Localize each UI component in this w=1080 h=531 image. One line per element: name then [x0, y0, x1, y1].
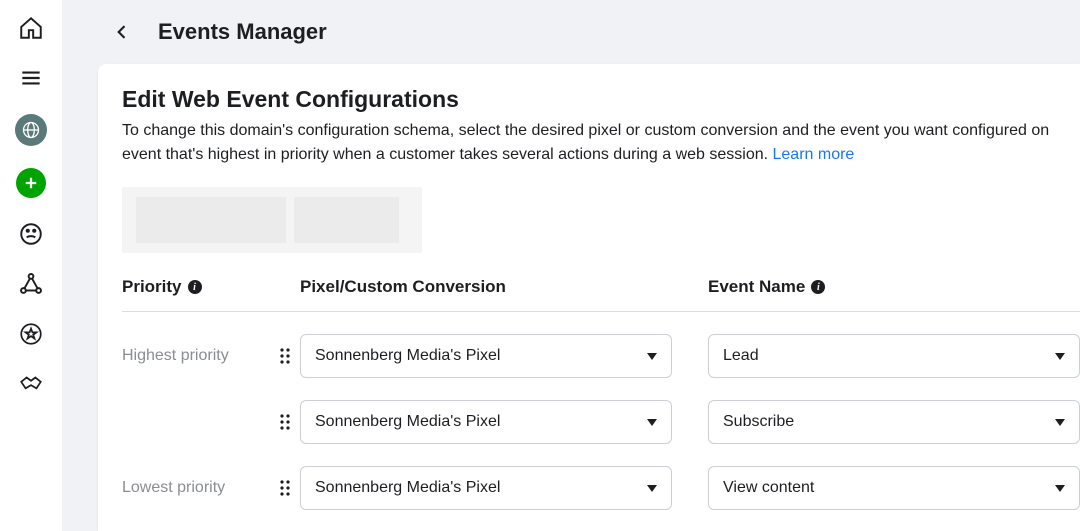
- columns-header: Priority i Pixel/Custom Conversion Event…: [122, 277, 1080, 312]
- graph-icon[interactable]: [17, 270, 45, 298]
- event-select[interactable]: Lead: [708, 334, 1080, 378]
- column-event-label: Event Name: [708, 277, 805, 297]
- pixel-select-value: Sonnenberg Media's Pixel: [315, 413, 500, 431]
- pixel-select[interactable]: Sonnenberg Media's Pixel: [300, 334, 672, 378]
- pixel-select[interactable]: Sonnenberg Media's Pixel: [300, 466, 672, 510]
- table-row: Sonnenberg Media's Pixel Subscribe: [122, 400, 1080, 444]
- drag-handle-icon[interactable]: [270, 412, 300, 432]
- redacted-block: [294, 197, 399, 243]
- domain-thumbnail: [122, 187, 422, 253]
- content-card: Edit Web Event Configurations To change …: [98, 64, 1080, 531]
- event-select[interactable]: View content: [708, 466, 1080, 510]
- back-chevron-icon[interactable]: [112, 22, 132, 42]
- caret-down-icon: [1055, 485, 1065, 492]
- column-priority-label: Priority: [122, 277, 182, 297]
- caret-down-icon: [647, 419, 657, 426]
- page-description-text: To change this domain's configuration sc…: [122, 122, 1049, 163]
- drag-handle-icon[interactable]: [270, 346, 300, 366]
- page-title: Edit Web Event Configurations: [122, 86, 1080, 113]
- info-icon[interactable]: i: [188, 280, 202, 294]
- column-pixel-label: Pixel/Custom Conversion: [300, 277, 506, 296]
- event-select[interactable]: Subscribe: [708, 400, 1080, 444]
- handshake-icon[interactable]: [17, 370, 45, 398]
- table-row: Lowest priority Sonnenberg Media's Pixel…: [122, 466, 1080, 510]
- redacted-block: [136, 197, 286, 243]
- table-row: Highest priority Sonnenberg Media's Pixe…: [122, 334, 1080, 378]
- star-icon[interactable]: [17, 320, 45, 348]
- event-select-value: View content: [723, 479, 814, 497]
- pixel-select[interactable]: Sonnenberg Media's Pixel: [300, 400, 672, 444]
- add-icon[interactable]: [16, 168, 46, 198]
- priority-label: Highest priority: [122, 347, 270, 365]
- globe-icon[interactable]: [15, 114, 47, 146]
- pixel-select-value: Sonnenberg Media's Pixel: [315, 479, 500, 497]
- main-area: Events Manager Edit Web Event Configurat…: [62, 0, 1080, 531]
- caret-down-icon: [1055, 419, 1065, 426]
- event-select-value: Subscribe: [723, 413, 794, 431]
- pixel-select-value: Sonnenberg Media's Pixel: [315, 347, 500, 365]
- learn-more-link[interactable]: Learn more: [773, 146, 855, 163]
- info-icon[interactable]: i: [811, 280, 825, 294]
- drag-handle-icon[interactable]: [270, 478, 300, 498]
- priority-label: Lowest priority: [122, 479, 270, 497]
- event-select-value: Lead: [723, 347, 759, 365]
- left-nav-rail: [0, 0, 62, 531]
- header-bar: Events Manager: [62, 0, 1080, 64]
- caret-down-icon: [647, 353, 657, 360]
- header-title: Events Manager: [158, 19, 327, 45]
- caret-down-icon: [1055, 353, 1065, 360]
- menu-icon[interactable]: [17, 64, 45, 92]
- page-description: To change this domain's configuration sc…: [122, 119, 1080, 167]
- home-icon[interactable]: [17, 14, 45, 42]
- gauge-icon[interactable]: [17, 220, 45, 248]
- caret-down-icon: [647, 485, 657, 492]
